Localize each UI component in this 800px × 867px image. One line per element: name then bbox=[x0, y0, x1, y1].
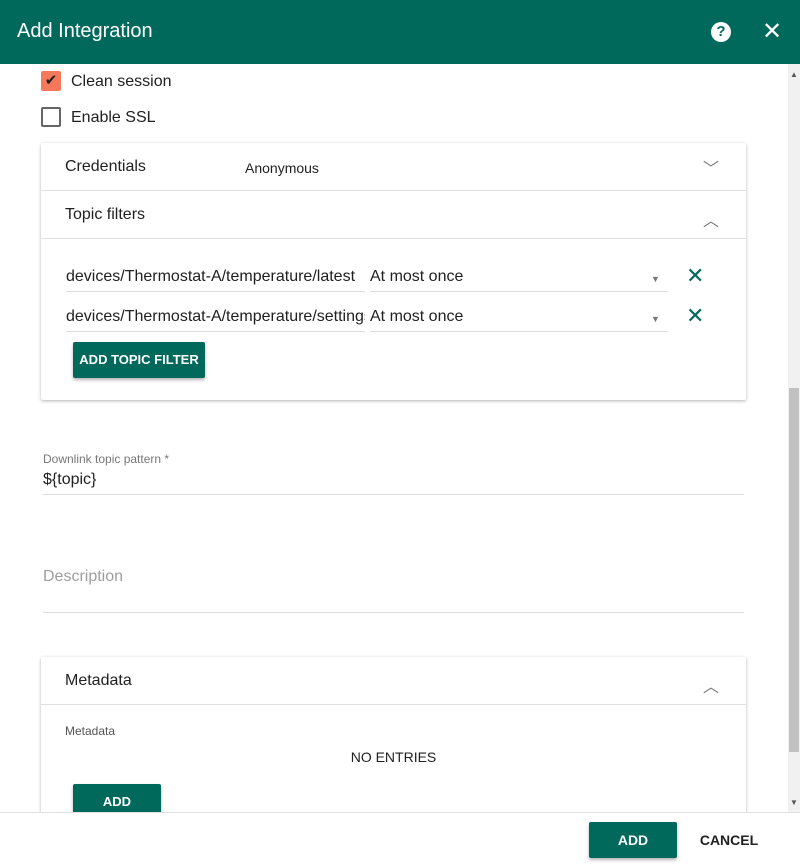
downlink-label: Downlink topic pattern * bbox=[43, 452, 170, 466]
topic-filter-input[interactable]: devices/Thermostat-A/temperature/setting… bbox=[66, 302, 365, 332]
metadata-label: Metadata bbox=[65, 672, 132, 689]
chevron-up-icon[interactable]: ︿ bbox=[703, 207, 719, 231]
description-input[interactable]: Description bbox=[43, 568, 123, 586]
scrollbar-thumb[interactable] bbox=[789, 388, 799, 752]
no-entries-text: NO ENTRIES bbox=[350, 749, 437, 765]
remove-filter-icon[interactable]: ✕ bbox=[686, 303, 704, 329]
dropdown-arrow-icon: ▼ bbox=[651, 314, 660, 324]
qos-select[interactable]: At most once bbox=[370, 262, 668, 292]
scroll-up-icon[interactable]: ▲ bbox=[790, 70, 798, 79]
close-icon[interactable]: ✕ bbox=[762, 18, 782, 46]
topic-filters-label: Topic filters bbox=[65, 206, 146, 223]
scrollbar[interactable]: ▲ ▼ bbox=[788, 64, 800, 812]
remove-filter-icon[interactable]: ✕ bbox=[686, 263, 704, 289]
scroll-down-icon[interactable]: ▼ bbox=[790, 798, 798, 807]
metadata-panel: Metadata ︿ Metadata NO ENTRIES ADD bbox=[41, 657, 746, 812]
help-icon[interactable]: ? bbox=[711, 22, 731, 42]
dialog-header: Add Integration ? ✕ bbox=[0, 0, 800, 64]
clean-session-label: Clean session bbox=[71, 73, 172, 90]
metadata-header[interactable]: Metadata ︿ bbox=[41, 657, 746, 705]
chevron-down-icon[interactable]: ﹀ bbox=[703, 155, 719, 179]
enable-ssl-checkbox[interactable] bbox=[41, 107, 61, 127]
chevron-up-icon[interactable]: ︿ bbox=[703, 673, 719, 697]
qos-select[interactable]: At most once bbox=[370, 302, 668, 332]
topic-filter-input[interactable]: devices/Thermostat-A/temperature/latest bbox=[66, 262, 365, 292]
credentials-header[interactable]: Credentials Anonymous ﹀ bbox=[41, 143, 746, 191]
dropdown-arrow-icon: ▼ bbox=[651, 274, 660, 284]
dialog-footer: ADD CANCEL bbox=[0, 812, 800, 867]
dialog-title: Add Integration bbox=[17, 20, 153, 42]
description-underline bbox=[43, 612, 744, 613]
enable-ssl-label: Enable SSL bbox=[71, 109, 156, 126]
metadata-sublabel: Metadata bbox=[65, 724, 116, 738]
topic-filters-header[interactable]: Topic filters ︿ bbox=[41, 191, 746, 239]
downlink-topic-input[interactable]: ${topic} bbox=[43, 471, 96, 489]
credentials-topic-panel: Credentials Anonymous ﹀ Topic filters ︿ … bbox=[41, 143, 746, 400]
add-button[interactable]: ADD bbox=[589, 822, 677, 858]
add-metadata-button[interactable]: ADD bbox=[73, 784, 161, 812]
cancel-button[interactable]: CANCEL bbox=[690, 822, 768, 858]
credentials-label: Credentials bbox=[65, 158, 146, 175]
add-topic-filter-button[interactable]: ADD TOPIC FILTER bbox=[73, 342, 205, 378]
dialog-content: ✔ Clean session Enable SSL Credentials A… bbox=[0, 64, 788, 812]
credentials-value: Anonymous bbox=[245, 160, 319, 176]
downlink-underline bbox=[43, 494, 744, 495]
clean-session-checkbox[interactable]: ✔ bbox=[41, 71, 61, 91]
